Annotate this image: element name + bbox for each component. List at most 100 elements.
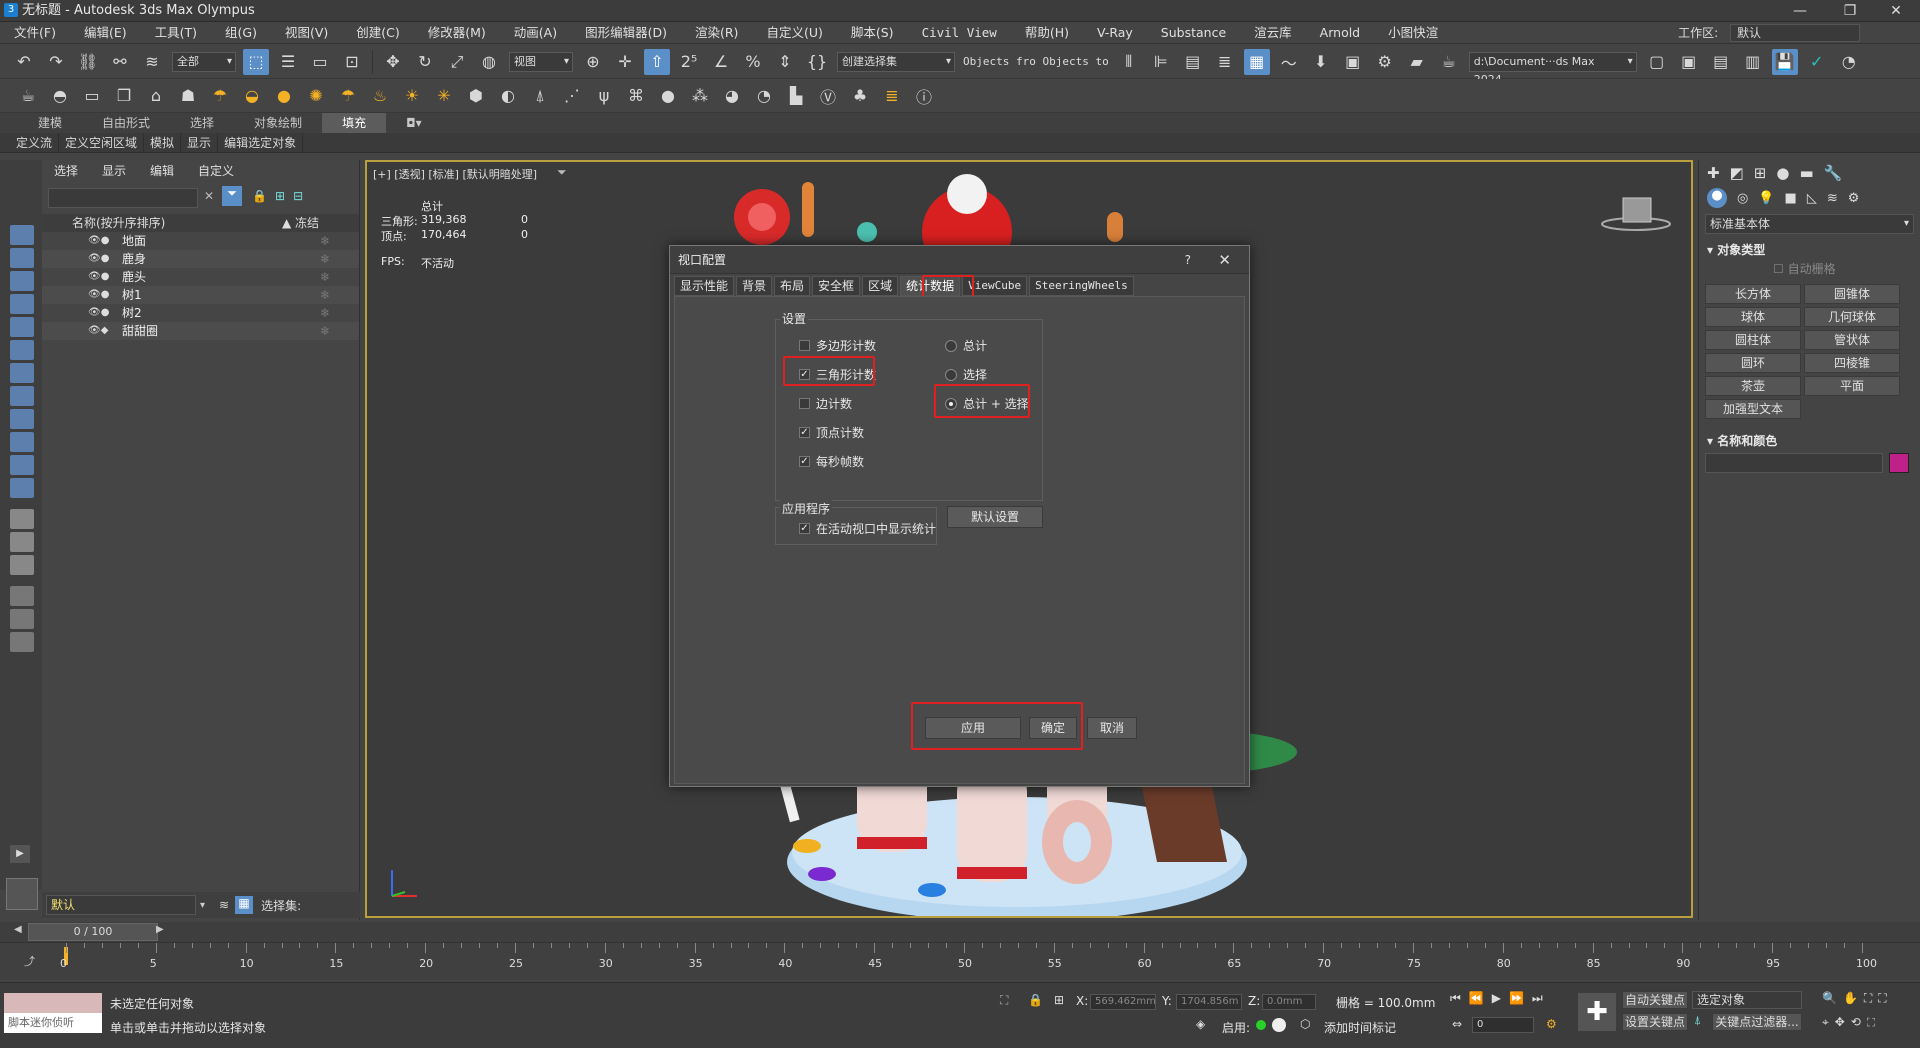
ribbon-toggle-icon[interactable]: ▦: [1243, 48, 1270, 75]
sphere-light-icon[interactable]: ●: [271, 83, 297, 109]
filter-lights-icon[interactable]: [10, 271, 34, 291]
freeze-icon[interactable]: ❄: [320, 322, 330, 340]
track-bar[interactable]: ⤴ 0 5 10 15 20 25 30 35 40 45 50 55 60 65 70 75 80 85 90 95…: [0, 942, 1920, 980]
arc-icon[interactable]: ◓: [47, 83, 73, 109]
visibility-icon[interactable]: 👁●: [88, 250, 109, 268]
tree-icon[interactable]: ♣: [847, 83, 873, 109]
menu-substance[interactable]: Substance: [1147, 22, 1240, 44]
visibility-icon[interactable]: 👁●: [88, 232, 109, 250]
close-window-button[interactable]: ✕: [1876, 0, 1916, 22]
minimize-button[interactable]: —: [1780, 0, 1820, 22]
create-tab-icon[interactable]: ✚: [1707, 164, 1720, 182]
menu-file[interactable]: 文件(F): [0, 22, 70, 44]
redo-icon[interactable]: ↷: [43, 49, 69, 75]
tab-safe-frames[interactable]: 安全框: [812, 276, 861, 296]
selection-set-icon[interactable]: ▦: [235, 896, 254, 914]
display-tab-icon[interactable]: ▬: [1799, 164, 1813, 182]
freeze-icon[interactable]: ❄: [320, 250, 330, 268]
material-editor-icon[interactable]: ▣: [1340, 49, 1366, 75]
layer-explorer-icon[interactable]: ≣: [1212, 49, 1238, 75]
set-key-big-button[interactable]: ✚: [1578, 993, 1616, 1031]
ies-light-icon[interactable]: ♨: [367, 83, 393, 109]
menu-customize[interactable]: 自定义(U): [752, 22, 836, 44]
viewport-filter-icon[interactable]: ⏷: [557, 165, 567, 180]
menu-arnold[interactable]: Arnold: [1306, 22, 1374, 44]
tab-display-performance[interactable]: 显示性能: [674, 276, 735, 296]
select-manipulate-icon[interactable]: ✛: [612, 49, 638, 75]
rect-selection-icon[interactable]: ▭: [307, 49, 333, 75]
help-icon[interactable]: ⓘ: [911, 83, 937, 109]
viewport-nav-icons-top[interactable]: 🔍✋⛶⛶: [1822, 991, 1893, 1006]
tab-regions[interactable]: 区域: [862, 276, 899, 296]
filter-shapes-icon[interactable]: [10, 248, 34, 268]
percent-snap-icon[interactable]: %: [740, 49, 766, 75]
viewcube[interactable]: [1601, 192, 1671, 232]
tab-layout[interactable]: 布局: [774, 276, 811, 296]
curve-editor-icon[interactable]: 〜: [1276, 49, 1302, 75]
isolate-icon[interactable]: ⛶: [1000, 993, 1008, 1008]
display-button[interactable]: 显示: [181, 132, 219, 153]
playback-controls[interactable]: ⏮⏪▶⏩⏭: [1450, 991, 1551, 1006]
tree-row[interactable]: 👁● 地面 ❄: [42, 232, 359, 250]
hierarchy-tab-icon[interactable]: ⊞: [1754, 164, 1767, 182]
fur-icon[interactable]: ⌘: [623, 83, 649, 109]
filter-options-icon[interactable]: [10, 609, 34, 629]
material-browser-icon[interactable]: ◕: [719, 83, 745, 109]
show-stats-checkbox[interactable]: ✓ 在活动视口中显示统计: [799, 520, 936, 537]
filter-groups-icon[interactable]: [10, 363, 34, 383]
maxscript-mini-listener[interactable]: 脚本迷你侦听: [4, 1013, 102, 1033]
absolute-mode-icon[interactable]: ⊞: [1054, 993, 1064, 1007]
geosphere-light-icon[interactable]: ✺: [303, 83, 329, 109]
key-mode-icon[interactable]: ⇔: [1452, 1017, 1462, 1031]
x-coordinate-field[interactable]: 569.462mm: [1090, 994, 1156, 1010]
projector-icon[interactable]: ☗: [175, 83, 201, 109]
time-config-icon[interactable]: ⚙: [1546, 1017, 1557, 1031]
tree-row[interactable]: 👁● 鹿身 ❄: [42, 250, 359, 268]
simulate-button[interactable]: 模拟: [144, 132, 182, 153]
menu-renyun[interactable]: 渲云库: [1240, 22, 1306, 44]
menu-group[interactable]: 组(G): [211, 22, 271, 44]
objects-text[interactable]: Objects fro Objects to: [963, 55, 1109, 68]
layer-hierarchy-icon[interactable]: ⊟: [293, 189, 303, 203]
viewport-label-menu[interactable]: [+] [透视] [标准] [默认明暗处理]: [373, 166, 537, 182]
filter-frozen-icon[interactable]: [10, 455, 34, 475]
cone-button[interactable]: 圆锥体: [1804, 284, 1900, 304]
visibility-icon[interactable]: 👁◆: [88, 322, 108, 340]
filter-xrefs-icon[interactable]: [10, 386, 34, 406]
reference-coord-combo[interactable]: 视图: [509, 51, 573, 72]
auto-key-button[interactable]: 自动关键点: [1622, 991, 1688, 1009]
save-icon[interactable]: 💾: [1771, 48, 1798, 75]
cameras-category-icon[interactable]: ■: [1785, 191, 1797, 206]
menu-rendering[interactable]: 渲染(R): [681, 22, 752, 44]
scene-search-input[interactable]: [48, 188, 198, 208]
selection-radio[interactable]: 选择: [945, 366, 987, 383]
render-setup-icon[interactable]: ⚙: [1372, 49, 1398, 75]
menu-animation[interactable]: 动画(A): [500, 22, 571, 44]
menu-create[interactable]: 创建(C): [342, 22, 413, 44]
filter-helpers-icon[interactable]: [10, 317, 34, 337]
teapot-icon[interactable]: ☕: [15, 83, 41, 109]
workspace-value[interactable]: 默认: [1730, 24, 1860, 42]
column-frozen-header[interactable]: ▲ 冻结: [282, 214, 319, 232]
layer-dropdown-arrow-icon[interactable]: ▾: [200, 900, 205, 911]
keyboard-shortcut-icon[interactable]: ⇧: [644, 48, 670, 75]
ribbon-tab-selection[interactable]: 选择: [170, 113, 234, 133]
key-filters-button[interactable]: 关键点过滤器...: [1712, 1013, 1802, 1031]
box-icon[interactable]: ▭: [79, 83, 105, 109]
time-prev-icon[interactable]: ◀: [14, 924, 22, 935]
object-color-swatch[interactable]: [1889, 453, 1909, 473]
project-path-combo[interactable]: d:\Document···ds Max 2024: [1468, 51, 1637, 86]
align-icon[interactable]: ⊫: [1148, 49, 1174, 75]
sync-selection-icon[interactable]: [10, 632, 34, 652]
bind-spacewarp-icon[interactable]: ≋: [139, 49, 165, 75]
schematic-view-icon[interactable]: ⬇: [1308, 49, 1334, 75]
geometry-category-icon[interactable]: ●: [1707, 188, 1727, 208]
copy-icon[interactable]: ❐: [111, 83, 137, 109]
object-name-input[interactable]: [1705, 453, 1883, 473]
scatter-icon[interactable]: ⋰: [559, 83, 585, 109]
current-frame-field[interactable]: 0: [1472, 1017, 1534, 1033]
selection-lock-icon[interactable]: 🔒: [1028, 993, 1043, 1007]
grass-icon[interactable]: ψ: [591, 83, 617, 109]
text-plus-button[interactable]: 加强型文本: [1705, 399, 1801, 419]
project-folder-icon[interactable]: ▢: [1644, 49, 1670, 75]
